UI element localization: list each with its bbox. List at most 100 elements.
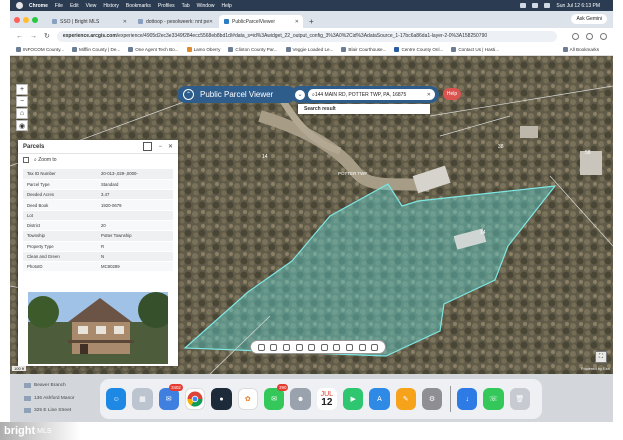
bookmark-item[interactable]: Blair Courthouse... [341, 47, 386, 52]
menu-view[interactable]: View [86, 3, 97, 9]
tab-public-parcel-viewer[interactable]: PublicParcelViewer ✕ [219, 15, 303, 28]
tab-bright-mls[interactable]: SSO | Bright MLS ✕ [47, 15, 131, 28]
ask-gemini-button[interactable]: Ask Gemini [571, 14, 607, 24]
accessory-app-icon[interactable]: ● [211, 388, 232, 410]
bookmarks-bar: INFOCOM County... Mifflin County | De...… [10, 44, 613, 56]
info-tool-icon[interactable] [371, 343, 379, 351]
trash-icon[interactable]: 🗑 [509, 388, 530, 410]
apple-icon[interactable] [16, 2, 23, 9]
pages-icon[interactable]: ✎ [395, 388, 416, 410]
new-tab-icon[interactable]: + [309, 17, 314, 26]
search-result-item[interactable]: Search result [298, 104, 430, 114]
menu-app-name[interactable]: Chrome [29, 3, 48, 9]
address-search-input[interactable]: ⌕ 144 MAIN RD, POTTER TWP, PA, 16875 ✕ [308, 89, 435, 100]
chevron-up-icon[interactable]: ⌃ [183, 89, 194, 100]
mail-badge: 3402 [169, 384, 183, 391]
bookmark-tool-icon[interactable] [358, 343, 366, 351]
layers-tool-icon[interactable] [320, 343, 328, 351]
listing-item[interactable]: 325 E Line Street [24, 408, 71, 413]
menu-bookmarks[interactable]: Bookmarks [126, 3, 151, 9]
home-icon[interactable]: ⌂ [16, 108, 28, 119]
map-viewport[interactable]: 14 38 58 14 POTTER TWP + − ⌂ ◉ ⌃ Public … [10, 56, 613, 374]
zoom-in-button[interactable]: + [16, 84, 28, 95]
print-tool-icon[interactable] [295, 343, 303, 351]
bookmark-item[interactable]: INFOCOM County... [16, 47, 64, 52]
mail-icon[interactable]: ✉ 3402 [158, 384, 183, 410]
tab-dotloop[interactable]: dottoop - pesolweerk: nnt pe ✕ [133, 15, 217, 28]
clock[interactable]: Sun Jul 12 6:13 PM [556, 3, 600, 9]
close-tab-icon[interactable]: ✕ [209, 19, 213, 25]
draw-tool-icon[interactable] [282, 343, 290, 351]
bookmark-item[interactable]: Clinton County Par... [228, 47, 278, 52]
select-grid-icon[interactable] [23, 156, 29, 163]
bookmark-item[interactable]: Veggie Loaded Le... [285, 47, 333, 52]
kebab-menu-icon[interactable] [600, 32, 607, 40]
attr-key: Deed Book [23, 199, 97, 211]
table-row: Property Type R [23, 241, 173, 252]
listing-thumb-icon [24, 408, 31, 413]
help-button[interactable]: Help [443, 88, 461, 100]
close-tab-icon[interactable]: ✕ [123, 19, 127, 25]
bookmark-item[interactable]: One Agent Tech Bo... [128, 47, 179, 52]
battery-icon[interactable] [520, 3, 527, 8]
bookmark-item[interactable]: Contact Us | Hasti... [451, 47, 499, 52]
photos-icon[interactable]: ✿ [237, 388, 259, 410]
measure-tool-icon[interactable] [270, 343, 278, 351]
attr-value: MC80289 [97, 261, 173, 273]
zoom-out-button[interactable]: − [16, 96, 28, 107]
fullscreen-icon[interactable]: ⛶ [595, 351, 607, 363]
menu-edit[interactable]: Edit [70, 3, 79, 9]
control-center-icon[interactable] [544, 3, 551, 8]
legend-tool-icon[interactable] [345, 343, 353, 351]
attr-value: 1920-0679 [97, 199, 173, 211]
messages-icon[interactable]: ✉ 290 [264, 384, 289, 410]
wifi-icon[interactable] [532, 3, 539, 8]
basemap-tool-icon[interactable] [333, 343, 341, 351]
listing-item[interactable]: 136 Ashford Manor [24, 396, 75, 401]
property-photo[interactable] [28, 292, 168, 364]
maximize-window-icon[interactable] [32, 16, 38, 23]
whatsapp-icon[interactable]: ☏ [483, 388, 504, 410]
calendar-icon[interactable]: JUL 12 [316, 388, 337, 410]
back-icon[interactable]: ← [16, 33, 23, 40]
minimize-panel-icon[interactable]: − [158, 144, 162, 150]
menu-tab[interactable]: Tab [182, 3, 190, 9]
reload-icon[interactable]: ↻ [44, 32, 50, 40]
bookmark-item[interactable]: Lamo Oberry [186, 47, 220, 52]
contacts-icon[interactable]: ☻ [290, 388, 311, 410]
all-bookmarks[interactable]: All Bookmarks [562, 47, 599, 52]
panel-title: Parcels [23, 143, 45, 150]
facetime-icon[interactable]: ▶ [342, 388, 364, 410]
locate-icon[interactable]: ◉ [16, 120, 28, 131]
chevron-down-icon[interactable]: ⌄ [295, 89, 305, 100]
address-bar[interactable]: experience.arcgis.com /experience/4905d2… [56, 30, 557, 42]
listing-item[interactable]: Beaver Branch [24, 383, 66, 388]
system-settings-icon[interactable]: ⚙ [421, 388, 443, 410]
launchpad-icon[interactable]: ▦ [132, 388, 153, 410]
close-panel-icon[interactable]: ✕ [168, 143, 173, 150]
bookmark-star-icon[interactable] [572, 32, 579, 40]
chrome-icon[interactable] [184, 388, 206, 410]
close-window-icon[interactable] [14, 16, 20, 23]
menu-history[interactable]: History [103, 3, 119, 9]
bookmark-item[interactable]: Centre County Onl... [394, 47, 443, 52]
bookmark-favicon-icon [394, 47, 400, 52]
downloads-folder-icon[interactable]: ↓ [457, 388, 478, 410]
zoom-to-button[interactable]: ⌕ Zoom to [34, 157, 57, 163]
menu-profiles[interactable]: Profiles [158, 3, 175, 9]
layers-icon[interactable] [143, 142, 153, 151]
menu-help[interactable]: Help [221, 3, 231, 9]
select-tool-icon[interactable] [257, 343, 265, 351]
share-tool-icon[interactable] [308, 343, 316, 351]
arcgis-favicon-icon [224, 19, 229, 24]
app-store-icon[interactable]: A [369, 388, 390, 410]
menu-window[interactable]: Window [197, 3, 215, 9]
finder-icon[interactable]: ☺ [106, 388, 127, 410]
bookmark-item[interactable]: Mifflin County | De... [72, 47, 120, 52]
menu-file[interactable]: File [55, 3, 63, 9]
forward-icon[interactable]: → [30, 33, 37, 40]
close-tab-icon[interactable]: ✕ [295, 19, 299, 25]
minimize-window-icon[interactable] [23, 16, 29, 23]
clear-search-icon[interactable]: ✕ [427, 92, 431, 98]
profile-icon[interactable] [586, 32, 593, 40]
